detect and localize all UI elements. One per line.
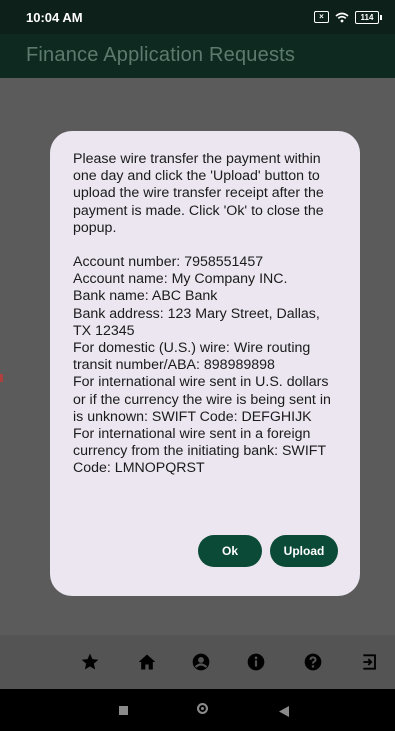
international-usd-wire-info: For international wire sent in U.S. doll… bbox=[73, 374, 331, 425]
page-title: Finance Application Requests bbox=[26, 44, 296, 66]
logout-icon[interactable] bbox=[358, 650, 382, 674]
dialog-intro: Please wire transfer the payment within … bbox=[73, 151, 324, 236]
edge-handle bbox=[0, 374, 3, 382]
wifi-icon bbox=[335, 12, 349, 22]
international-foreign-wire-info: For international wire sent in a foreign… bbox=[73, 426, 326, 477]
status-bar: 10:04 AM × 114 bbox=[0, 0, 395, 34]
bank-name: Bank name: ABC Bank bbox=[73, 288, 218, 305]
home-icon[interactable] bbox=[135, 650, 159, 674]
bottom-nav bbox=[0, 635, 395, 689]
back-icon[interactable] bbox=[279, 704, 289, 722]
account-name: Account name: My Company INC. bbox=[73, 271, 288, 288]
recents-icon[interactable] bbox=[119, 706, 128, 715]
dialog-actions: Ok Upload bbox=[198, 535, 338, 567]
battery-icon: 114 bbox=[355, 10, 382, 24]
system-nav-bar bbox=[0, 689, 395, 731]
status-time: 10:04 AM bbox=[26, 9, 83, 25]
account-icon[interactable] bbox=[189, 650, 213, 674]
home-button-icon[interactable] bbox=[197, 703, 208, 714]
upload-button[interactable]: Upload bbox=[270, 535, 338, 567]
wire-transfer-dialog: Please wire transfer the payment within … bbox=[50, 131, 360, 596]
sim-icon: × bbox=[314, 11, 329, 23]
help-icon[interactable] bbox=[301, 650, 325, 674]
status-icons: × 114 bbox=[314, 10, 382, 24]
star-icon[interactable] bbox=[78, 650, 102, 674]
battery-level: 114 bbox=[360, 12, 374, 22]
info-icon[interactable] bbox=[244, 650, 268, 674]
domestic-wire-info: For domestic (U.S.) wire: Wire routing t… bbox=[73, 340, 311, 374]
app-bar: Finance Application Requests bbox=[0, 34, 395, 78]
account-number: Account number: 7958551457 bbox=[73, 254, 264, 271]
ok-button[interactable]: Ok bbox=[198, 535, 262, 567]
bank-address: Bank address: 123 Mary Street, Dallas, T… bbox=[73, 305, 320, 339]
